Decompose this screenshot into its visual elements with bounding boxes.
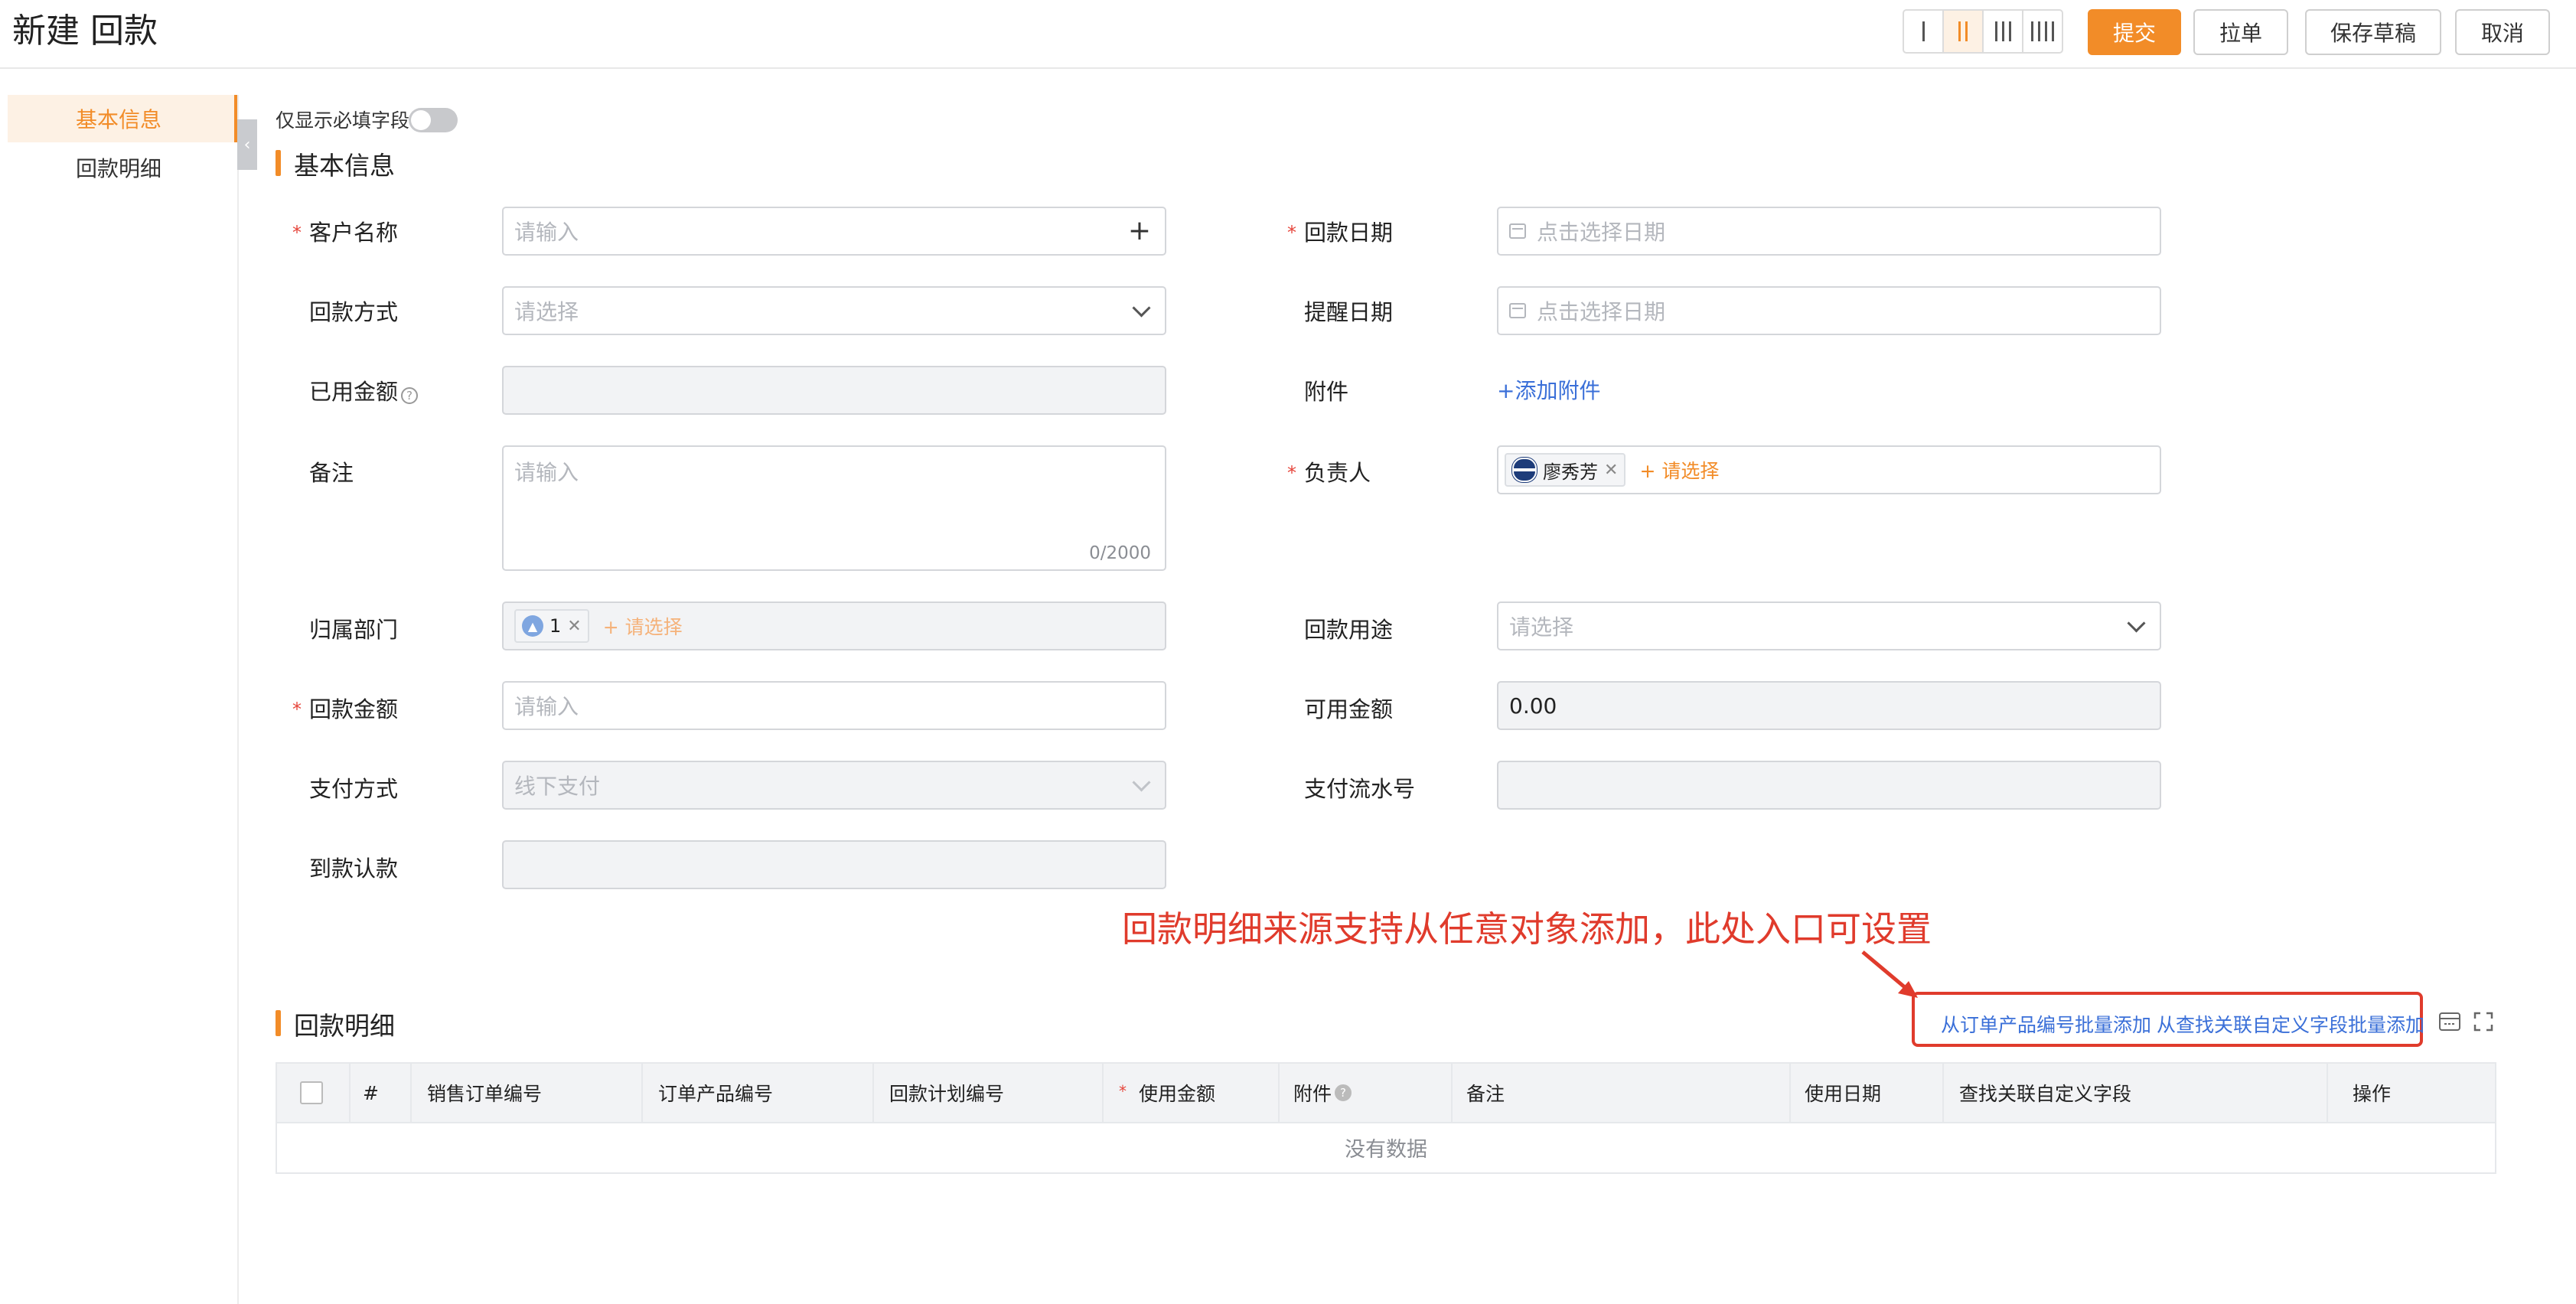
calendar-icon: [1509, 303, 1526, 318]
pay-type-select: 线下支付: [502, 761, 1166, 810]
owner-tag: 廖秀芳 ✕: [1505, 453, 1626, 487]
payment-method-label: 回款方式: [309, 299, 399, 325]
arrival-field: [502, 840, 1166, 889]
layout-2-column-button[interactable]: [1942, 9, 1984, 54]
table-settings-icon[interactable]: [2438, 1012, 2461, 1032]
customer-label: 客户名称: [309, 220, 399, 246]
chevron-down-icon: [1132, 773, 1151, 792]
close-icon[interactable]: ✕: [1604, 461, 1618, 480]
layout-4-column-button[interactable]: [2022, 9, 2063, 54]
customer-input[interactable]: 请输入 +: [502, 207, 1166, 256]
serial-number-label: 支付流水号: [1304, 776, 1416, 802]
column-header-used-amount: 使用金额: [1139, 1083, 1216, 1105]
payment-method-select[interactable]: 请选择: [502, 286, 1166, 335]
annotation-text: 回款明细来源支持从任意对象添加，此处入口可设置: [1122, 908, 1932, 950]
used-amount-label: 已用金额?: [309, 374, 419, 406]
required-only-label: 仅显示必填字段: [276, 109, 410, 132]
submit-button[interactable]: 提交: [2088, 9, 2181, 55]
add-customer-icon[interactable]: +: [1128, 217, 1151, 245]
column-header-custom-field: 查找关联自定义字段: [1959, 1083, 2132, 1105]
avatar: [1512, 458, 1537, 482]
remind-date-label: 提醒日期: [1304, 299, 1394, 325]
sidebar-item-payment-detail[interactable]: 回款明细: [8, 144, 230, 191]
add-attachment-link[interactable]: +添加附件: [1497, 374, 1600, 405]
column-header-sales-order: 销售订单编号: [427, 1083, 543, 1105]
pay-type-label: 支付方式: [309, 776, 399, 802]
column-bar-icon: [1922, 21, 1925, 41]
available-amount-label: 可用金额: [1304, 696, 1394, 722]
close-icon[interactable]: ✕: [567, 617, 581, 636]
chevron-left-icon: ‹: [243, 135, 251, 155]
serial-number-field: [1497, 761, 2161, 810]
help-icon[interactable]: ?: [1335, 1084, 1352, 1101]
department-add-select[interactable]: + 请选择: [603, 612, 683, 640]
attachment-label: 附件: [1304, 379, 1349, 405]
payment-date-picker[interactable]: 点击选择日期: [1497, 207, 2161, 256]
column-header-order-product: 订单产品编号: [658, 1083, 774, 1105]
select-all-checkbox[interactable]: [300, 1062, 323, 1123]
required-only-toggle[interactable]: [409, 108, 458, 132]
required-mark: *: [1119, 1082, 1127, 1100]
department-icon: ▲: [522, 615, 543, 637]
help-icon[interactable]: ?: [401, 387, 419, 404]
table-empty-row: 没有数据: [276, 1122, 2496, 1174]
layout-1-column-button[interactable]: [1903, 9, 1944, 54]
remark-label: 备注: [309, 460, 354, 486]
section-accent-bar: [276, 1010, 281, 1036]
owner-add-select[interactable]: + 请选择: [1639, 456, 1719, 484]
section-title-basic-info: 基本信息: [294, 151, 395, 181]
amount-input[interactable]: 请输入: [502, 681, 1166, 730]
chevron-down-icon: [2127, 614, 2146, 633]
pull-order-button[interactable]: 拉单: [2193, 9, 2288, 55]
chevron-down-icon: [1132, 298, 1151, 318]
column-header-actions: 操作: [2353, 1083, 2392, 1105]
required-mark: *: [1287, 462, 1296, 484]
section-accent-bar: [276, 150, 281, 176]
owner-label: 负责人: [1304, 460, 1371, 486]
used-amount-field: [502, 366, 1166, 415]
cancel-button[interactable]: 取消: [2455, 9, 2550, 55]
amount-label: 回款金额: [309, 696, 399, 722]
collapse-sidebar-button[interactable]: ‹: [237, 119, 257, 170]
department-field[interactable]: ▲ 1 ✕ + 请选择: [502, 601, 1166, 650]
column-header-index: #: [363, 1081, 379, 1104]
required-mark: *: [1287, 222, 1296, 243]
available-amount-field: 0.00: [1497, 681, 2161, 730]
required-mark: *: [292, 699, 302, 720]
column-header-payment-plan: 回款计划编号: [889, 1083, 1005, 1105]
column-header-use-date: 使用日期: [1805, 1083, 1882, 1105]
payment-date-label: 回款日期: [1304, 220, 1394, 246]
column-header-attachment: 附件?: [1293, 1062, 1352, 1123]
sidebar-divider: [237, 95, 239, 1304]
page-title: 新建 回款: [12, 11, 158, 51]
column-header-remark: 备注: [1466, 1083, 1505, 1105]
arrival-label: 到款认款: [309, 856, 399, 882]
section-title-payment-detail: 回款明细: [294, 1011, 395, 1041]
department-label: 归属部门: [309, 617, 399, 643]
batch-add-by-custom-field-link[interactable]: 从查找关联自定义字段批量添加: [2157, 1010, 2424, 1038]
remark-counter: 0/2000: [1089, 543, 1151, 563]
save-draft-button[interactable]: 保存草稿: [2305, 9, 2441, 55]
layout-3-column-button[interactable]: [1982, 9, 2023, 54]
header-divider: [0, 67, 2576, 69]
purpose-label: 回款用途: [1304, 617, 1394, 643]
required-mark: *: [292, 222, 302, 243]
department-tag: ▲ 1 ✕: [514, 609, 589, 643]
fullscreen-icon[interactable]: [2473, 1012, 2493, 1032]
remark-textarea[interactable]: 请输入 0/2000: [502, 445, 1166, 571]
calendar-icon: [1509, 223, 1526, 239]
sidebar-item-basic-info[interactable]: 基本信息: [8, 95, 230, 142]
owner-field[interactable]: 廖秀芳 ✕ + 请选择: [1497, 445, 2161, 494]
table-header: [276, 1062, 2496, 1123]
remind-date-picker[interactable]: 点击选择日期: [1497, 286, 2161, 335]
batch-add-by-order-link[interactable]: 从订单产品编号批量添加: [1941, 1010, 2151, 1038]
purpose-select[interactable]: 请选择: [1497, 601, 2161, 650]
